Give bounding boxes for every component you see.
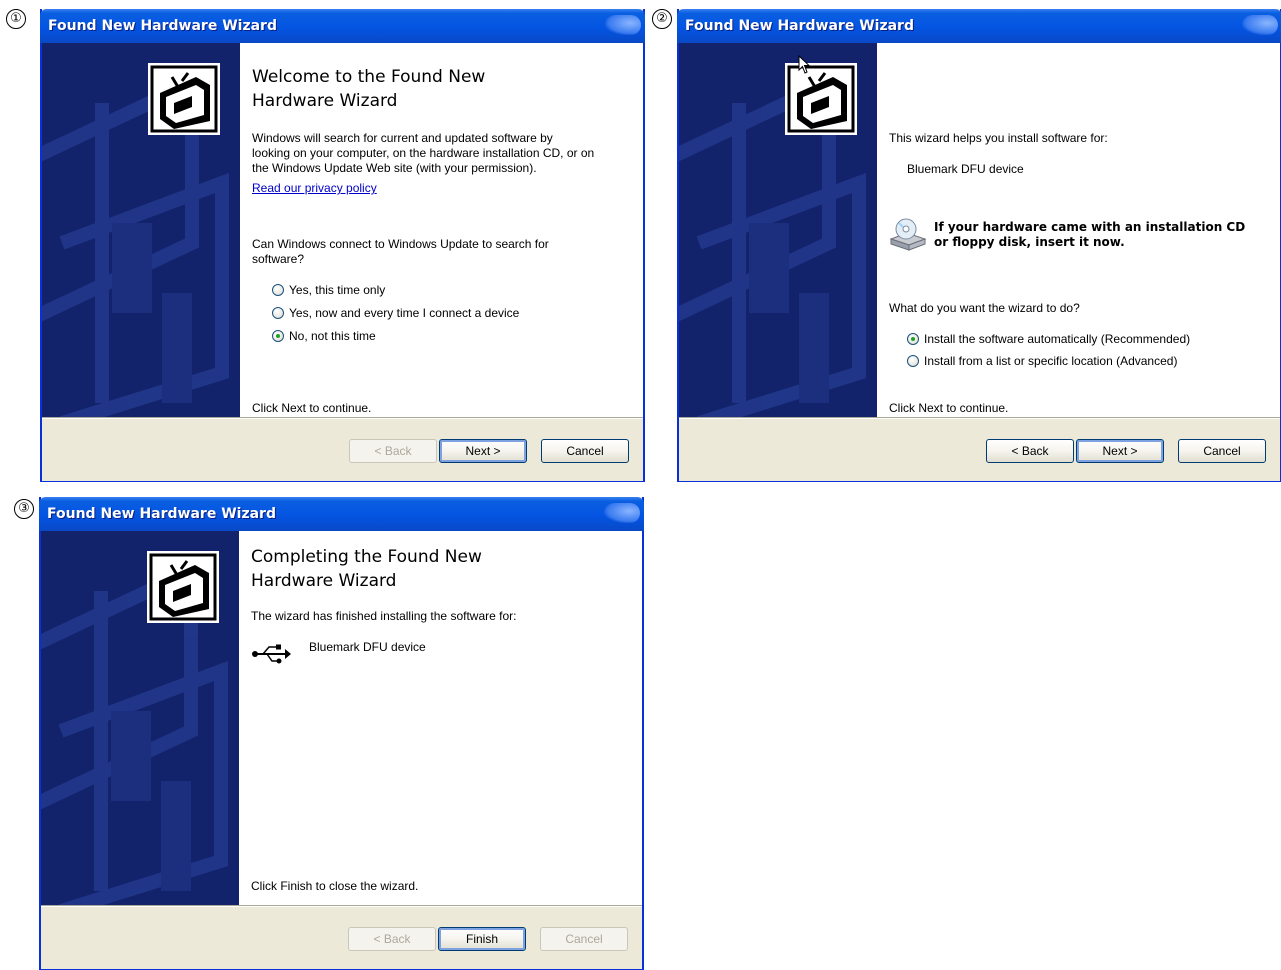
wizard-side-banner [679,43,877,418]
finish-button[interactable]: Finish [438,927,526,951]
wizard-button-bar: < Back Next > Cancel [679,418,1280,481]
next-button[interactable]: Next > [439,439,527,463]
radio-option-yes-once[interactable]: Yes, this time only [272,282,385,298]
question-text: Can Windows connect to Windows Update to… [252,237,549,251]
radio-button[interactable] [272,307,284,319]
radio-button-selected[interactable] [907,333,919,345]
cancel-button[interactable]: Cancel [540,927,628,951]
wizard-heading-line2: Hardware Wizard [252,91,398,111]
wizard-side-banner [42,43,240,418]
step-number-3: ③ [14,499,34,519]
window-title: Found New Hardware Wizard [47,506,276,522]
wizard-window-2: Found New Hardware Wizard This wizard he… [677,9,1281,482]
device-name: Bluemark DFU device [309,640,426,654]
back-button[interactable]: < Back [986,439,1074,463]
window-title: Found New Hardware Wizard [48,18,277,34]
intro-text: the Windows Update Web site (with your p… [252,161,537,175]
radio-button-selected[interactable] [272,330,284,342]
continue-hint: Click Next to continue. [889,401,1009,415]
privacy-policy-link[interactable]: Read our privacy policy [252,181,377,195]
wizard-window-1: Found New Hardware Wizard Welcome to the… [40,9,645,482]
radio-option-yes-always[interactable]: Yes, now and every time I connect a devi… [272,305,519,321]
wizard-window-3: Found New Hardware Wizard Completing the… [39,497,644,970]
hardware-wizard-icon [148,63,220,135]
step-number-2: ② [652,9,672,29]
step-number-1: ① [6,9,26,29]
insert-cd-text: or floppy disk, insert it now. [934,235,1125,249]
hardware-wizard-icon [785,63,857,135]
radio-button[interactable] [907,355,919,367]
cd-drive-icon [889,217,927,251]
cancel-button[interactable]: Cancel [1178,439,1266,463]
intro-text: Windows will search for current and upda… [252,131,553,145]
wizard-heading-line2: Hardware Wizard [251,571,397,591]
window-title: Found New Hardware Wizard [685,18,914,34]
question-text: What do you want the wizard to do? [889,301,1080,315]
wizard-button-bar: < Back Finish Cancel [41,906,642,969]
title-bar[interactable]: Found New Hardware Wizard [39,497,644,531]
wizard-heading-line1: Completing the Found New [251,547,482,567]
question-text: software? [252,252,305,266]
intro-text: This wizard helps you install software f… [889,131,1108,145]
radio-option-install-from-list[interactable]: Install from a list or specific location… [907,353,1177,369]
back-button[interactable]: < Back [348,927,436,951]
cancel-button[interactable]: Cancel [541,439,629,463]
next-button[interactable]: Next > [1076,439,1164,463]
wizard-button-bar: < Back Next > Cancel [42,418,643,481]
finish-hint: Click Finish to close the wizard. [251,879,419,893]
radio-option-no[interactable]: No, not this time [272,328,376,344]
wizard-heading-line1: Welcome to the Found New [252,67,486,87]
hardware-wizard-icon [147,551,219,623]
back-button[interactable]: < Back [349,439,437,463]
continue-hint: Click Next to continue. [252,401,372,415]
title-bar[interactable]: Found New Hardware Wizard [677,9,1281,43]
wizard-side-banner [41,531,239,906]
usb-icon [251,643,291,665]
finished-text: The wizard has finished installing the s… [251,609,517,623]
device-name: Bluemark DFU device [907,162,1024,176]
insert-cd-text: If your hardware came with an installati… [934,220,1246,234]
title-bar[interactable]: Found New Hardware Wizard [40,9,645,43]
intro-text: looking on your computer, on the hardwar… [252,146,595,160]
mouse-cursor [798,54,812,78]
radio-button[interactable] [272,284,284,296]
radio-option-install-auto[interactable]: Install the software automatically (Reco… [907,331,1190,347]
